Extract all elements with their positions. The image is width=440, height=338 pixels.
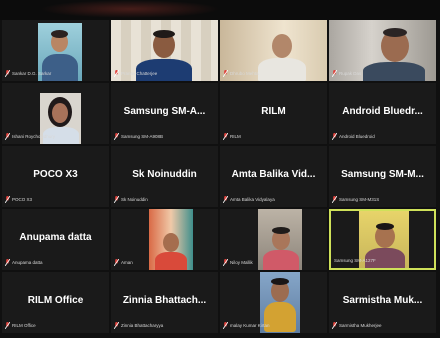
participant-footer: Dhrubo Mehta: [223, 69, 259, 78]
muted-mic-icon: [223, 133, 228, 140]
participant-footer: Samsung SM-M31S: [332, 195, 379, 204]
participant-tile[interactable]: Sankar D.G. Sarkar: [2, 20, 109, 81]
muted-mic-icon: [332, 133, 337, 140]
participant-tile[interactable]: Anupama datta Anupama datta: [2, 209, 109, 270]
participant-footer: Anupama datta: [5, 258, 43, 267]
participant-label: Pranav Chatterjee: [121, 71, 158, 76]
muted-mic-icon: [5, 70, 10, 77]
muted-mic-icon: [5, 322, 10, 329]
participant-label: Sankar D.G. Sarkar: [12, 71, 52, 76]
participant-tile[interactable]: Rupak Das: [329, 20, 436, 81]
participant-label: Android Bluedroid: [339, 134, 375, 139]
muted-mic-icon: [332, 70, 337, 77]
participant-footer: Niloy Mallik: [223, 258, 253, 267]
muted-mic-icon: [114, 196, 119, 203]
participant-footer: Samsung SM-A908B: [114, 132, 163, 141]
participant-label: Dhrubo Mehta: [230, 71, 259, 76]
participant-label: malay Kumar Kirtan: [230, 323, 270, 328]
participant-footer: Ishani Roychowdhury: [5, 132, 55, 141]
participant-name: Anupama datta: [19, 232, 92, 243]
participant-label: RILM Office: [12, 323, 36, 328]
participant-name: Samsung SM-A...: [123, 106, 206, 117]
muted-mic-icon: [332, 322, 337, 329]
participant-tile-active-speaker[interactable]: Samsung SM-A127F: [329, 209, 436, 270]
muted-mic-icon: [5, 196, 10, 203]
window-top-band: [0, 0, 440, 20]
participant-footer: Sarmistha Mukherjee: [332, 321, 382, 330]
participant-video: [149, 209, 193, 270]
participant-footer: Sankar D.G. Sarkar: [5, 69, 51, 78]
muted-mic-icon: [114, 133, 119, 140]
participant-footer: RILM: [223, 132, 241, 141]
participant-tile[interactable]: Samsung SM-A... Samsung SM-A908B: [111, 83, 218, 144]
participant-name: Zinnia Bhattach...: [122, 295, 207, 306]
participant-video: [258, 209, 302, 270]
participant-tile[interactable]: Amta Balika Vid... Amta Balika Vidyalaya: [220, 146, 327, 207]
participant-label: Niloy Mallik: [230, 260, 253, 265]
participant-label: Aman: [121, 260, 133, 265]
participant-name: Sarmistha Muk...: [342, 295, 423, 306]
participant-name: RILM Office: [27, 295, 84, 306]
participant-tile[interactable]: RILM Office RILM Office: [2, 272, 109, 333]
muted-mic-icon: [223, 259, 228, 266]
participant-tile[interactable]: RILM RILM: [220, 83, 327, 144]
muted-mic-icon: [5, 133, 10, 140]
participant-name: Samsung SM-M...: [341, 169, 424, 180]
participant-footer: Rupak Das: [332, 69, 361, 78]
participant-tile[interactable]: Niloy Mallik: [220, 209, 327, 270]
participant-name: RILM: [261, 106, 286, 117]
participant-label: RILM: [230, 134, 241, 139]
participant-label: Ishani Roychowdhury: [12, 134, 56, 139]
muted-mic-icon: [223, 70, 228, 77]
participant-label: Samsung SM-A127F: [334, 258, 376, 263]
muted-mic-icon: [114, 322, 119, 329]
participant-name: Amta Balika Vid...: [231, 169, 316, 180]
participant-label: Sk Noinuddin: [121, 197, 148, 202]
participant-footer: Zinnia Bhattacharyya: [114, 321, 163, 330]
participant-footer: RILM Office: [5, 321, 36, 330]
participant-tile[interactable]: Pranav Chatterjee: [111, 20, 218, 81]
muted-mic-icon: [332, 196, 337, 203]
participant-footer: Pranav Chatterjee: [114, 69, 157, 78]
participant-footer: POCO X3: [5, 195, 32, 204]
participant-label: POCO X3: [12, 197, 33, 202]
participant-label: Samsung SM-A908B: [121, 134, 164, 139]
muted-mic-icon: [114, 70, 119, 77]
participant-name: POCO X3: [33, 169, 78, 180]
participant-label: Anupama datta: [12, 260, 43, 265]
video-gallery-grid: Sankar D.G. Sarkar Pranav Chatterjee Dhr…: [2, 20, 438, 338]
muted-mic-icon: [5, 259, 10, 266]
participant-tile[interactable]: Android Bluedr... Android Bluedroid: [329, 83, 436, 144]
participant-label: Rupak Das: [339, 71, 362, 76]
participant-tile[interactable]: Sk Noinuddin Sk Noinuddin: [111, 146, 218, 207]
participant-tile[interactable]: Dhrubo Mehta: [220, 20, 327, 81]
participant-tile[interactable]: Aman: [111, 209, 218, 270]
participant-tile[interactable]: Samsung SM-M... Samsung SM-M31S: [329, 146, 436, 207]
participant-footer: malay Kumar Kirtan: [223, 321, 270, 330]
participant-label: Samsung SM-M31S: [339, 197, 380, 202]
participant-footer: Android Bluedroid: [332, 132, 375, 141]
participant-tile[interactable]: Zinnia Bhattach... Zinnia Bhattacharyya: [111, 272, 218, 333]
muted-mic-icon: [223, 322, 228, 329]
participant-name: Android Bluedr...: [342, 106, 423, 117]
participant-footer: Amta Balika Vidyalaya: [223, 195, 275, 204]
participant-footer: Aman: [114, 258, 133, 267]
participant-tile[interactable]: POCO X3 POCO X3: [2, 146, 109, 207]
participant-label: Sarmistha Mukherjee: [339, 323, 382, 328]
participant-name: Sk Noinuddin: [132, 169, 197, 180]
participant-label: Zinnia Bhattacharyya: [121, 323, 164, 328]
participant-tile[interactable]: Ishani Roychowdhury: [2, 83, 109, 144]
participant-tile[interactable]: Sarmistha Muk... Sarmistha Mukherjee: [329, 272, 436, 333]
participant-footer: Samsung SM-A127F: [334, 256, 376, 265]
muted-mic-icon: [223, 196, 228, 203]
participant-label: Amta Balika Vidyalaya: [230, 197, 275, 202]
participant-tile[interactable]: malay Kumar Kirtan: [220, 272, 327, 333]
muted-mic-icon: [114, 259, 119, 266]
participant-footer: Sk Noinuddin: [114, 195, 148, 204]
